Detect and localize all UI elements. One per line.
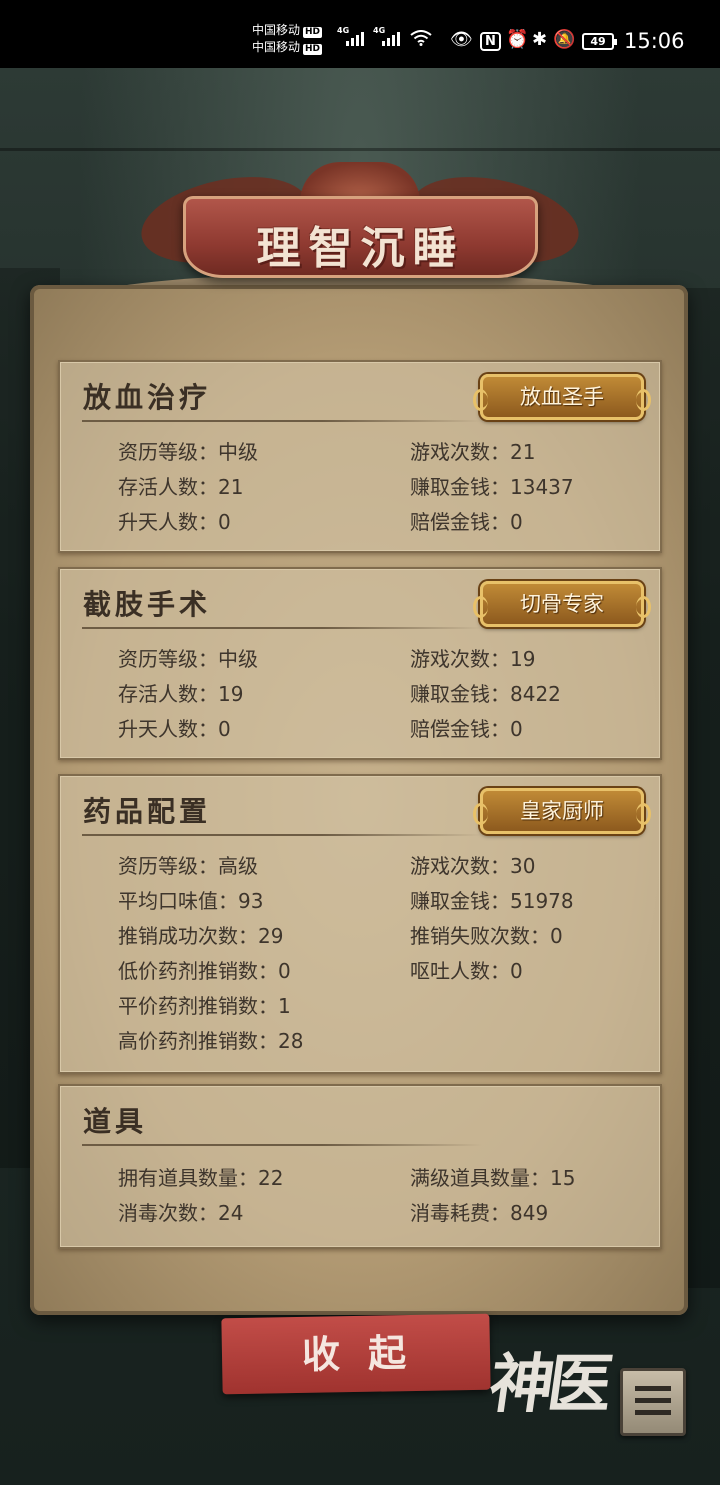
stat-maxed-items: 满级道具数量：15 [410, 1166, 576, 1190]
stat-vomit-count: 呕吐人数：0 [410, 959, 523, 983]
hd-badge-2: HD [303, 44, 323, 55]
section-divider [82, 420, 482, 422]
signal-2-icon: 4G [373, 26, 400, 46]
menu-list-button[interactable] [620, 1368, 686, 1436]
stat-money-earned: 赚取金钱：51978 [410, 889, 574, 913]
section-bloodletting: 放血治疗 放血圣手 资历等级：中级 存活人数：21 升天人数：0 游戏次数：21… [58, 360, 662, 553]
stat-ascended: 升天人数：0 [118, 717, 231, 741]
alarm-icon: ⏰ [506, 29, 529, 50]
stat-ascended: 升天人数：0 [118, 510, 231, 534]
nfc-icon: N [480, 32, 501, 51]
collapse-button[interactable]: 收起 [221, 1313, 491, 1395]
carrier-1: 中国移动 [252, 23, 301, 37]
achievement-badge: 切骨专家 [473, 581, 651, 627]
section-divider [82, 627, 482, 629]
stat-disinfect-cost: 消毒耗费：849 [410, 1201, 549, 1225]
stat-low-price-sales: 低价药剂推销数：0 [118, 959, 291, 983]
stat-rank: 资历等级：中级 [118, 647, 258, 671]
stat-games-played: 游戏次数：19 [410, 647, 536, 671]
stat-games-played: 游戏次数：30 [410, 854, 536, 878]
battery-icon: 49 [582, 33, 617, 50]
eye-icon: 👁 [450, 29, 473, 50]
carrier-2: 中国移动 [252, 40, 301, 54]
stat-compensation: 赔偿金钱：0 [410, 510, 523, 534]
status-bar: 中国移动 HD 中国移动 HD 4G 4G 👁 N ⏰ ✱ 🔕 49 15:06 [0, 0, 720, 68]
section-items: 道具 拥有道具数量：22 消毒次数：24 满级道具数量：15 消毒耗费：849 [58, 1084, 662, 1249]
stat-items-owned: 拥有道具数量：22 [118, 1166, 284, 1190]
stat-games-played: 游戏次数：21 [410, 440, 536, 464]
section-amputation: 截肢手术 切骨专家 资历等级：中级 存活人数：19 升天人数：0 游戏次数：19… [58, 567, 662, 760]
stat-money-earned: 赚取金钱：8422 [410, 682, 561, 706]
stat-survivors: 存活人数：19 [118, 682, 244, 706]
section-title: 放血治疗 [83, 381, 212, 414]
stat-mid-price-sales: 平价药剂推销数：1 [118, 994, 291, 1018]
menu-list-icon [635, 1386, 671, 1391]
section-title: 药品配置 [83, 795, 212, 828]
stat-sales-failed: 推销失败次数：0 [410, 924, 563, 948]
panel-title: 理智沉睡 [256, 223, 465, 274]
carrier-info: 中国移动 HD 中国移动 HD [252, 22, 323, 56]
hd-badge-1: HD [303, 27, 323, 38]
stat-compensation: 赔偿金钱：0 [410, 717, 523, 741]
mute-icon: 🔕 [553, 29, 576, 50]
stat-rank: 资历等级：中级 [118, 440, 258, 464]
stat-rank: 资历等级：高级 [118, 854, 258, 878]
section-divider [82, 1144, 482, 1146]
wifi-icon [410, 30, 432, 46]
bluetooth-icon: ✱ [532, 29, 548, 50]
signal-1-icon: 4G [337, 26, 364, 46]
achievement-badge: 放血圣手 [473, 374, 651, 420]
achievement-badge: 皇家厨师 [473, 788, 651, 834]
stat-survivors: 存活人数：21 [118, 475, 244, 499]
clock: 15:06 [624, 29, 685, 53]
stat-disinfect-count: 消毒次数：24 [118, 1201, 244, 1225]
section-medicine: 药品配置 皇家厨师 资历等级：高级 平均口味值：93 推销成功次数：29 低价药… [58, 774, 662, 1074]
stat-money-earned: 赚取金钱：13437 [410, 475, 574, 499]
section-title: 道具 [83, 1105, 148, 1138]
stat-high-price-sales: 高价药剂推销数：28 [118, 1029, 304, 1053]
section-title: 截肢手术 [83, 588, 212, 621]
stat-sales-success: 推销成功次数：29 [118, 924, 284, 948]
stat-avg-taste: 平均口味值：93 [118, 889, 264, 913]
section-divider [82, 834, 482, 836]
